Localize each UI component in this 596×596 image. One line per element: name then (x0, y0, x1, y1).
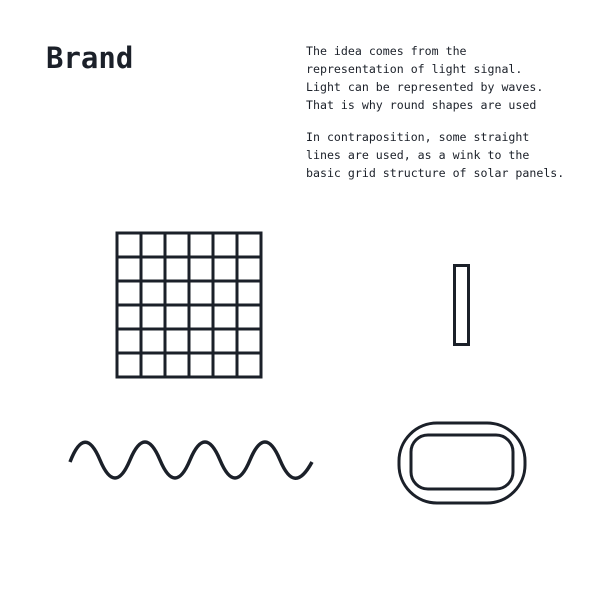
intro-paragraph: The idea comes from the representation o… (306, 44, 544, 112)
rounded-rectangle-icon (397, 421, 527, 505)
bar-icon (453, 264, 470, 346)
wave-icon (68, 440, 314, 480)
contraposition-paragraph: In contraposition, some straight lines a… (306, 130, 565, 180)
grid-icon (115, 231, 263, 379)
page-title: Brand (46, 41, 134, 75)
